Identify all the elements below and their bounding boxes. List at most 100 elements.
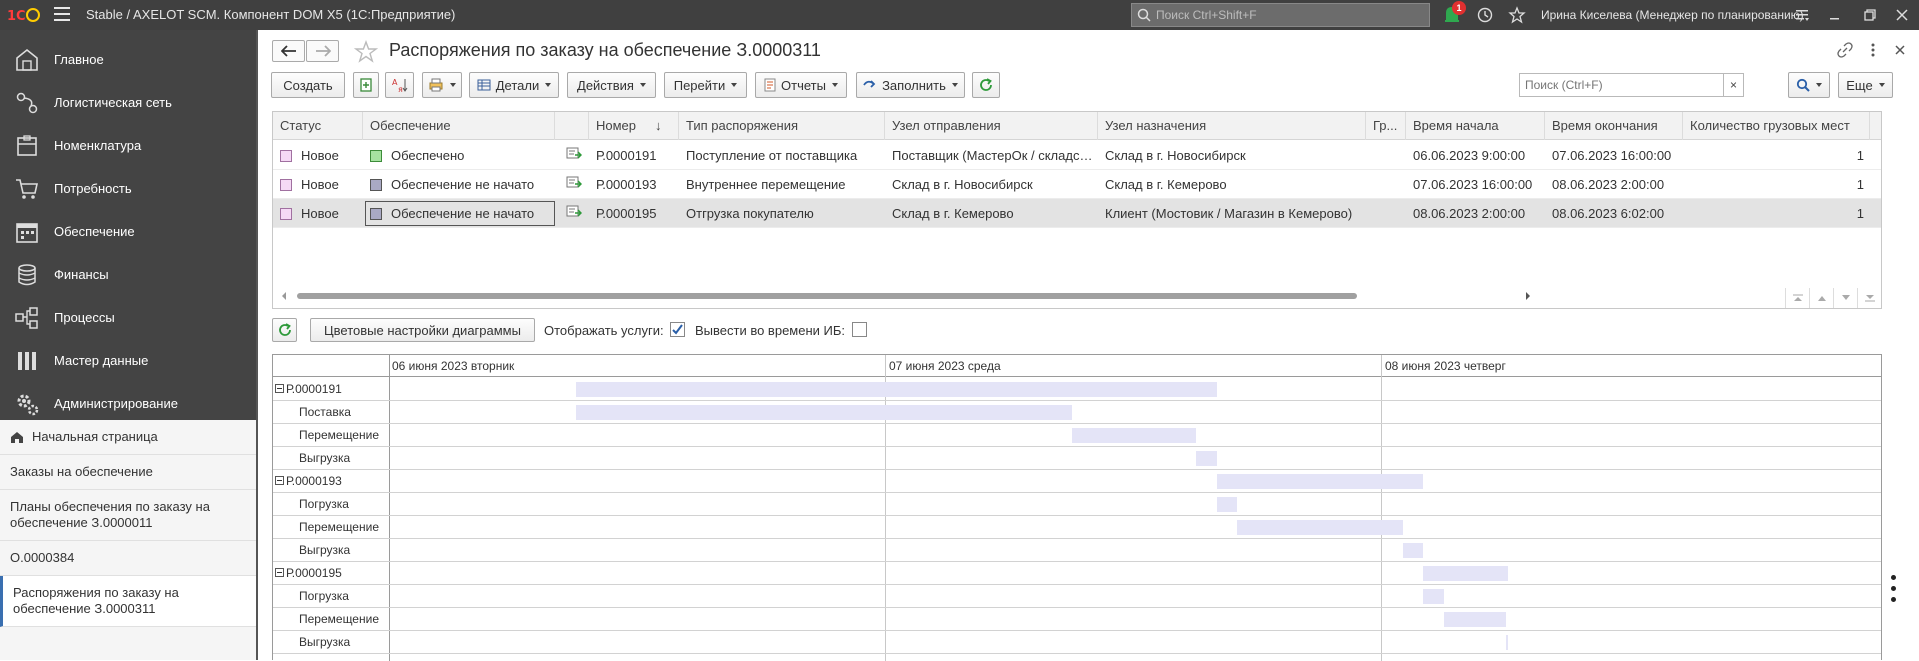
col-number[interactable]: Номер ↓ [589, 112, 679, 140]
gantt-bar[interactable] [1423, 589, 1444, 604]
main-menu-icon[interactable] [54, 7, 70, 21]
sort-button[interactable]: Aя [385, 72, 414, 98]
list-search-input[interactable]: × [1519, 73, 1744, 97]
collapse-icon[interactable] [275, 476, 284, 485]
prev-row-button[interactable] [1809, 288, 1833, 308]
col-provision[interactable]: Обеспечение [363, 112, 555, 140]
gantt-task-row[interactable]: Перемещение [273, 424, 1881, 447]
gantt-bar[interactable] [1423, 566, 1509, 581]
ib-time-checkbox[interactable] [852, 322, 867, 337]
gantt-task-row[interactable]: Перемещение [273, 608, 1881, 631]
minimize-icon[interactable] [1825, 6, 1843, 24]
nav-item-main[interactable]: Главное [0, 38, 256, 81]
back-button[interactable] [272, 40, 305, 62]
search-clear-button[interactable]: × [1723, 74, 1743, 96]
more-button[interactable]: Еще [1838, 72, 1893, 98]
nav-item-provision[interactable]: Обеспечение [0, 210, 256, 253]
gantt-bar[interactable] [1072, 428, 1196, 443]
first-row-button[interactable] [1785, 288, 1809, 308]
last-row-button[interactable] [1857, 288, 1881, 308]
copy-document-button[interactable] [353, 72, 379, 98]
cell-command[interactable] [555, 199, 589, 228]
gantt-bar[interactable] [1196, 451, 1217, 466]
favorite-star-icon[interactable] [354, 40, 378, 64]
global-search-input[interactable]: Поиск Ctrl+Shift+F [1131, 3, 1430, 27]
nav-item-master-data[interactable]: Мастер данные [0, 339, 256, 382]
gantt-bar[interactable] [576, 382, 1217, 397]
gantt-task-row[interactable]: Поставка [273, 401, 1881, 424]
nav-item-administration[interactable]: Администрирование [0, 382, 256, 425]
col-group[interactable]: Гр... [1366, 112, 1406, 140]
col-start[interactable]: Время начала [1406, 112, 1545, 140]
scroll-right-icon[interactable] [1525, 292, 1531, 300]
gantt-color-settings-button[interactable]: Цветовые настройки диаграммы [310, 318, 535, 342]
gantt-bar[interactable] [1216, 497, 1238, 512]
reports-button[interactable]: Отчеты [755, 72, 847, 98]
list-search-field[interactable] [1520, 74, 1720, 96]
gantt-refresh-button[interactable] [272, 318, 297, 342]
favorites-star-icon[interactable] [1508, 6, 1526, 24]
open-item-o0000384[interactable]: О.0000384 [0, 541, 256, 576]
nav-item-logistics[interactable]: Логистическая сеть [0, 81, 256, 124]
gantt-group-row[interactable]: Р.0000195 [273, 562, 1881, 585]
open-item-home[interactable]: Начальная страница [0, 420, 256, 455]
table-row[interactable]: Новое Обеспечение не начато Р.0000193 Вн… [273, 170, 1881, 199]
collapse-icon[interactable] [275, 568, 284, 577]
gantt-task-row[interactable]: Выгрузка [273, 539, 1881, 562]
cell-provision[interactable]: Обеспечение не начато [363, 199, 555, 228]
search-options-button[interactable] [1788, 72, 1830, 98]
create-button[interactable]: Создать [271, 72, 345, 98]
gantt-bar[interactable] [1402, 543, 1424, 558]
goto-button[interactable]: Перейти [664, 72, 747, 98]
col-status[interactable]: Статус [273, 112, 363, 140]
col-to[interactable]: Узел назначения [1098, 112, 1366, 140]
cell-command[interactable] [555, 141, 589, 170]
gantt-bar[interactable] [1216, 474, 1424, 489]
current-user[interactable]: Ирина Киселева (Менеджер по планированию… [1541, 8, 1804, 22]
next-row-button[interactable] [1833, 288, 1857, 308]
forward-button[interactable] [306, 40, 339, 62]
gantt-group-row[interactable]: Р.0000191 [273, 378, 1881, 401]
gantt-task-row[interactable]: Выгрузка [273, 447, 1881, 470]
col-command-icon[interactable] [555, 112, 589, 140]
actions-button[interactable]: Действия [567, 72, 656, 98]
cell-command[interactable] [555, 170, 589, 199]
gantt-bar[interactable] [1237, 520, 1403, 535]
form-close-icon[interactable] [1892, 42, 1908, 58]
gantt-task-row[interactable]: Выгрузка [273, 631, 1881, 654]
open-item-orders[interactable]: Заказы на обеспечение [0, 455, 256, 490]
horizontal-scrollbar[interactable] [281, 292, 1531, 300]
nav-item-processes[interactable]: Процессы [0, 296, 256, 339]
restore-icon[interactable] [1861, 6, 1879, 24]
col-type[interactable]: Тип распоряжения [679, 112, 885, 140]
scrollbar-thumb[interactable] [297, 293, 1357, 299]
1c-logo-icon[interactable]: 1С [6, 5, 40, 25]
details-button[interactable]: Детали [469, 72, 559, 98]
gantt-bar[interactable] [576, 405, 1072, 420]
more-vertical-icon[interactable] [1865, 42, 1881, 58]
gantt-task-row[interactable]: Погрузка [273, 585, 1881, 608]
gantt-task-row[interactable]: Погрузка [273, 493, 1881, 516]
col-from[interactable]: Узел отправления [885, 112, 1098, 140]
col-end[interactable]: Время окончания [1545, 112, 1683, 140]
gantt-task-row[interactable]: Перемещение [273, 516, 1881, 539]
collapse-icon[interactable] [275, 384, 284, 393]
table-row[interactable]: Новое Обеспечено Р.0000191 Поступление о… [273, 141, 1881, 170]
form-actions-icon[interactable] [1891, 575, 1899, 605]
nav-item-nomenclature[interactable]: Номенклатура [0, 124, 256, 167]
scroll-left-icon[interactable] [281, 292, 287, 300]
gantt-bar[interactable] [1506, 635, 1509, 650]
fill-button[interactable]: Заполнить [856, 72, 965, 98]
gantt-group-row[interactable]: Р.0000193 [273, 470, 1881, 493]
table-row-selected[interactable]: Новое Обеспечение не начато Р.0000195 От… [273, 199, 1881, 228]
open-item-current[interactable]: Распоряжения по заказу на обеспечение З.… [0, 576, 256, 627]
settings-menu-icon[interactable] [1793, 6, 1811, 24]
col-qty[interactable]: Количество грузовых мест [1683, 112, 1870, 140]
refresh-button[interactable] [972, 72, 1000, 98]
link-icon[interactable] [1837, 42, 1853, 58]
open-item-plans[interactable]: Планы обеспечения по заказу на обеспечен… [0, 490, 256, 541]
nav-item-demand[interactable]: Потребность [0, 167, 256, 210]
show-services-checkbox[interactable] [670, 322, 685, 337]
nav-item-finance[interactable]: Финансы [0, 253, 256, 296]
print-menu-button[interactable] [422, 72, 462, 98]
